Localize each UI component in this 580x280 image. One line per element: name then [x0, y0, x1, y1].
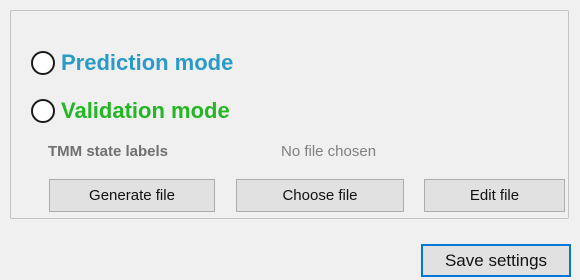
save-settings-button[interactable]: Save settings — [421, 244, 571, 277]
edit-file-button[interactable]: Edit file — [424, 179, 565, 212]
validation-mode-label: Validation mode — [61, 98, 230, 123]
settings-panel: Prediction mode Validation mode TMM stat… — [10, 10, 569, 219]
generate-file-button[interactable]: Generate file — [49, 179, 215, 212]
validation-mode-option[interactable]: Validation mode — [31, 96, 230, 126]
tmm-state-labels-label: TMM state labels — [48, 143, 169, 160]
prediction-mode-label: Prediction mode — [61, 50, 234, 75]
prediction-mode-option[interactable]: Prediction mode — [31, 48, 233, 78]
choose-file-button[interactable]: Choose file — [236, 179, 404, 212]
validation-mode-radio[interactable] — [31, 99, 55, 123]
file-status-text: No file chosen — [281, 143, 377, 160]
prediction-mode-radio[interactable] — [31, 51, 55, 75]
